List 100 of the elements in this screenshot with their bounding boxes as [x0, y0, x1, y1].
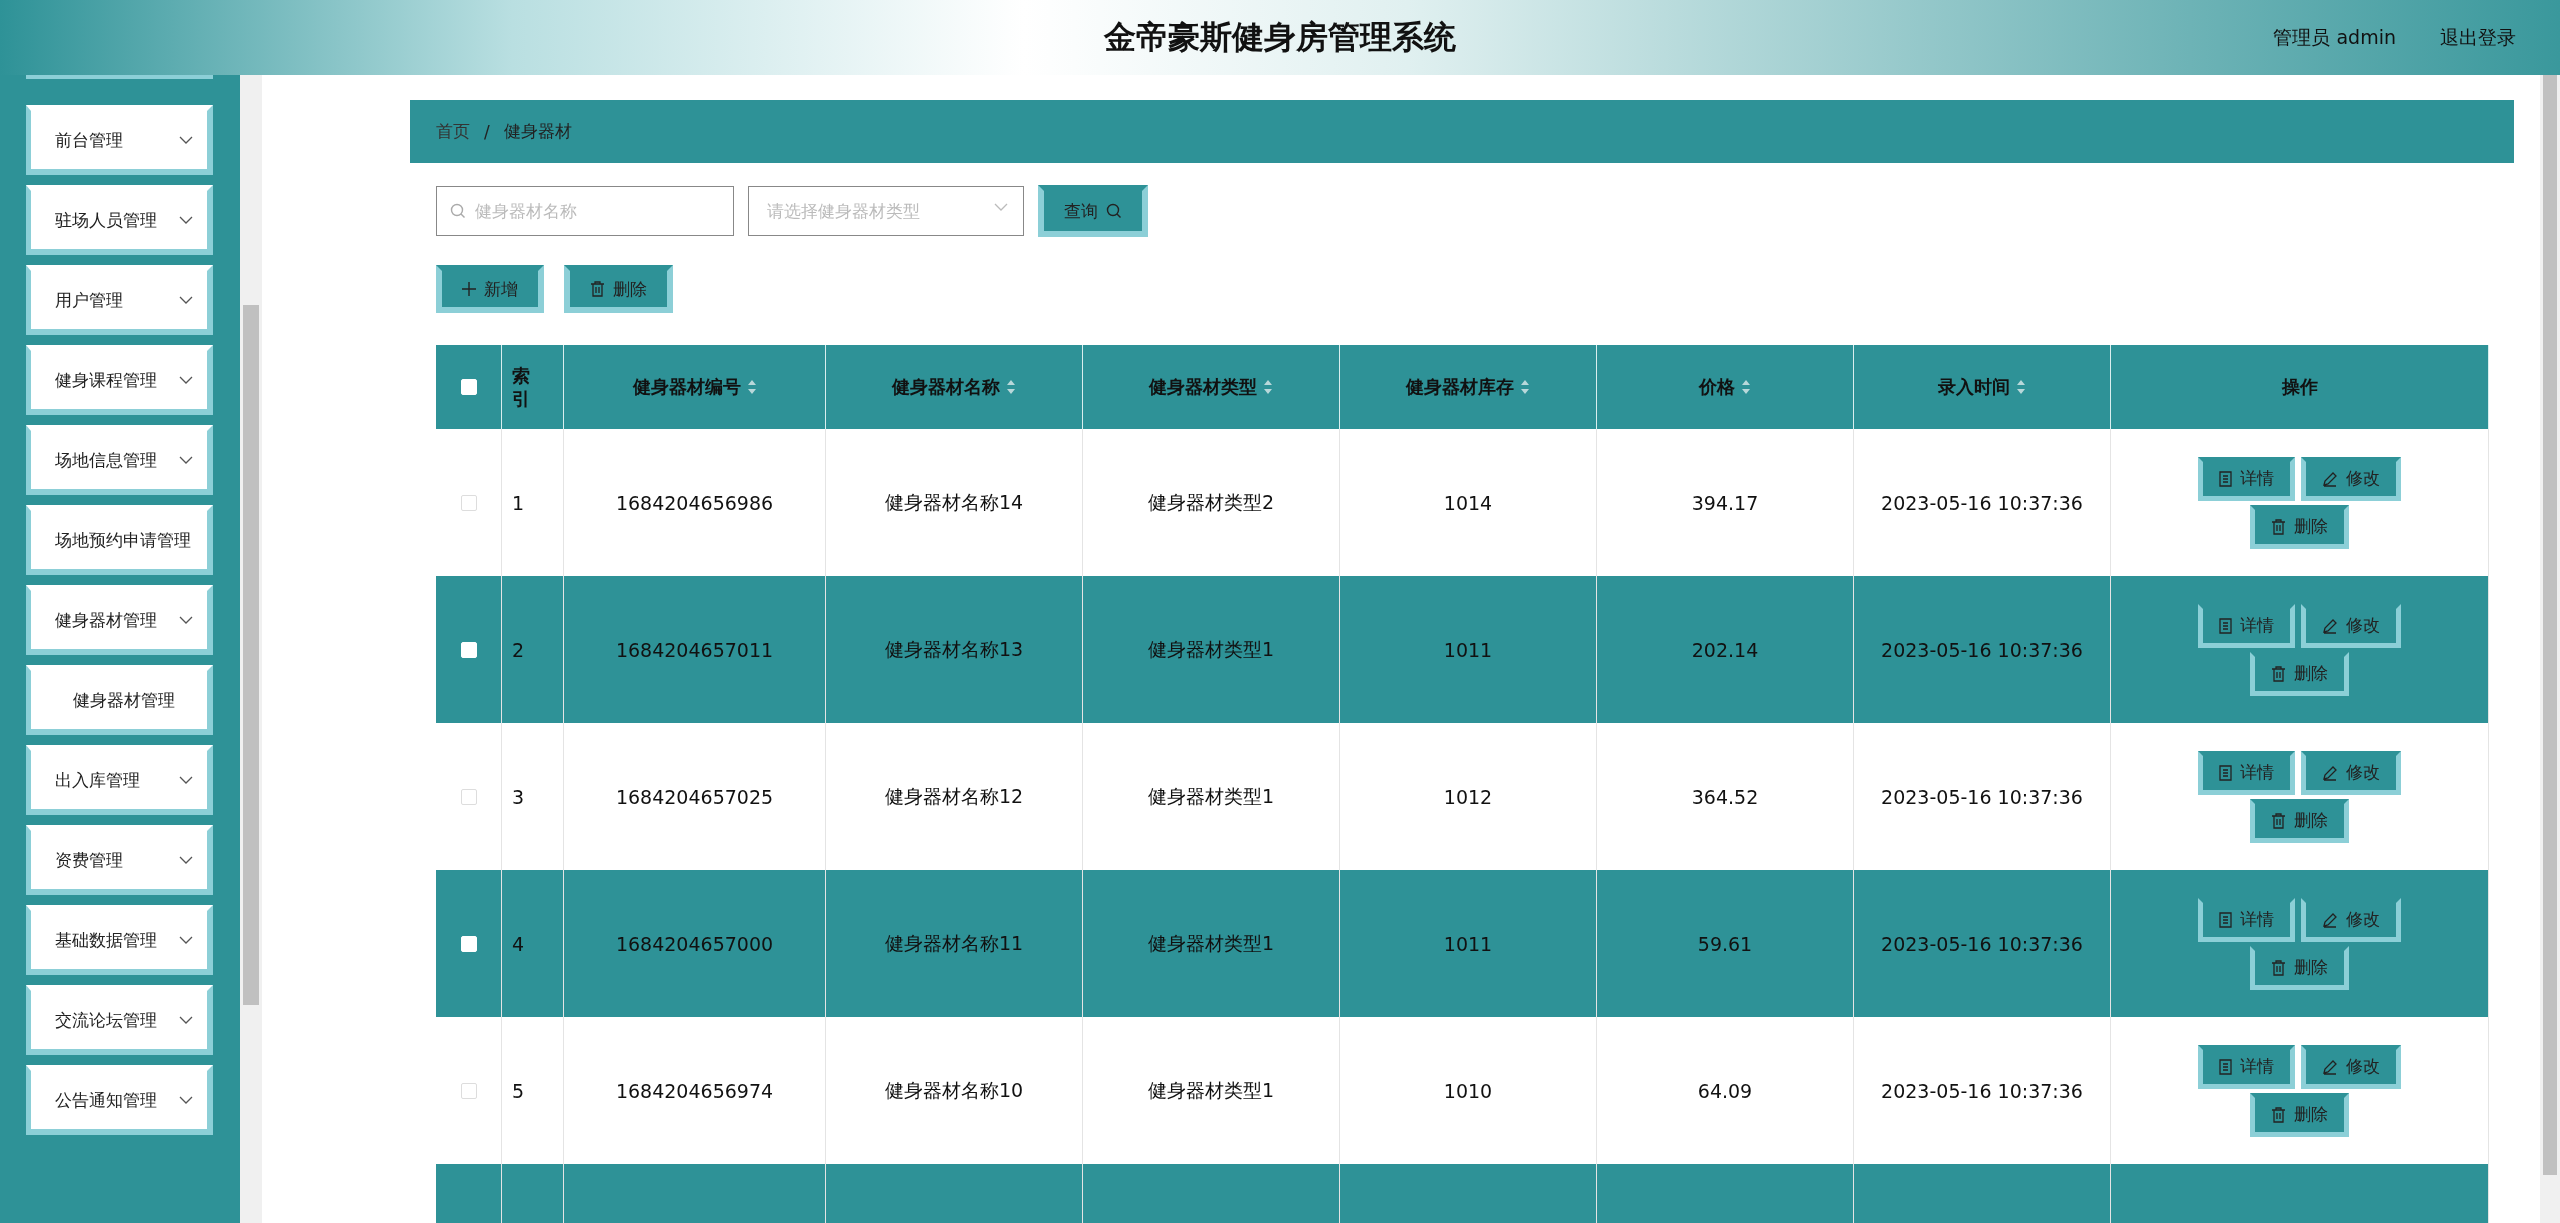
delete-button[interactable]: 删除: [564, 265, 673, 313]
sort-icon[interactable]: [1520, 379, 1530, 395]
column-header: 健身器材库存: [1406, 375, 1514, 399]
delete-button[interactable]: 删除: [2250, 651, 2349, 696]
chevron-icon: [179, 295, 193, 305]
sort-icon[interactable]: [1263, 379, 1273, 395]
table-cell: 394.17: [1691, 491, 1759, 514]
detail-button[interactable]: 详情: [2198, 1044, 2295, 1089]
table-cell: 364.52: [1691, 785, 1759, 808]
table-cell-text: 健身器材名称10: [884, 1077, 1024, 1103]
delete-button[interactable]: 删除: [2250, 945, 2349, 990]
delete-button[interactable]: 删除: [2250, 1092, 2349, 1137]
chevron-icon: [179, 375, 193, 385]
menu-item[interactable]: 基础数据管理: [26, 905, 213, 975]
menu-item[interactable]: 场地信息管理: [26, 425, 213, 495]
table-cell-text: 健身器材名称13: [884, 636, 1024, 662]
detail-button[interactable]: 详情: [2198, 603, 2295, 648]
table-cell: 59.61: [1697, 932, 1753, 955]
chevron-icon: [994, 203, 1008, 212]
logout-link[interactable]: 退出登录: [2440, 24, 2516, 51]
edit-button[interactable]: 修改: [2301, 1044, 2401, 1089]
document-icon: [2219, 911, 2232, 928]
trash-icon: [2271, 1106, 2286, 1123]
table-cell: 1011: [1443, 638, 1493, 661]
table-cell: 3: [512, 785, 525, 808]
chevron-icon: [179, 1015, 193, 1025]
column-header: 健身器材编号: [632, 375, 741, 399]
table-cell: 1: [512, 491, 525, 514]
edit-button[interactable]: 修改: [2301, 897, 2401, 942]
sort-icon[interactable]: [2016, 379, 2026, 395]
row-checkbox[interactable]: [460, 1082, 477, 1099]
pencil-icon: [2322, 470, 2338, 487]
menu-item[interactable]: 公告通知管理: [26, 1065, 213, 1135]
table-cell: 5: [512, 1079, 525, 1102]
trash-icon: [2271, 665, 2286, 682]
menu-item[interactable]: 驻场人员管理: [26, 185, 213, 255]
sort-icon[interactable]: [1741, 379, 1751, 395]
table-cell: 1010: [1443, 1079, 1493, 1102]
breadcrumb-text: 健身器材: [503, 120, 572, 143]
trash-icon: [590, 281, 605, 297]
column-header: 录入时间: [1938, 375, 2010, 399]
pencil-icon: [2322, 911, 2338, 928]
table-cell-text: 健身器材类型1: [1147, 1077, 1275, 1103]
document-icon: [2219, 764, 2232, 781]
table-cell-text: 健身器材名称14: [884, 489, 1024, 515]
table-cell: 1014: [1443, 491, 1493, 514]
table-cell: 2: [512, 638, 525, 661]
sort-icon[interactable]: [1006, 379, 1016, 395]
detail-button[interactable]: 详情: [2198, 456, 2295, 501]
scrollbar[interactable]: [240, 75, 262, 1223]
edit-button[interactable]: 修改: [2301, 456, 2401, 501]
trash-icon: [2271, 518, 2286, 535]
menu-item[interactable]: 健身课程管理: [26, 345, 213, 415]
edit-button[interactable]: 修改: [2301, 750, 2401, 795]
table-cell: 2023-05-16 10:37:36: [1881, 785, 2083, 808]
document-icon: [2219, 617, 2232, 634]
menu-item[interactable]: 交流论坛管理: [26, 985, 213, 1055]
table-cell: 2023-05-16 10:37:36: [1881, 1079, 2083, 1102]
detail-button[interactable]: 详情: [2198, 750, 2295, 795]
trash-icon: [2271, 959, 2286, 976]
sort-icon[interactable]: [746, 379, 757, 395]
menu-item[interactable]: 场地预约申请管理: [26, 505, 213, 575]
table-cell: 1684204656974: [615, 1079, 774, 1102]
menu-item[interactable]: 健身器材管理: [26, 585, 213, 655]
chevron-icon: [179, 775, 193, 785]
menu-item[interactable]: 前台管理: [26, 105, 213, 175]
type-select[interactable]: 请选择健身器材类型: [748, 186, 1024, 236]
menu-item[interactable]: 资费管理: [26, 825, 213, 895]
delete-button[interactable]: 删除: [2250, 504, 2349, 549]
detail-button[interactable]: 详情: [2198, 897, 2295, 942]
submenu-item[interactable]: 健身器材管理: [26, 665, 213, 735]
chevron-icon: [179, 615, 193, 625]
table-cell-text: 健身器材名称12: [884, 783, 1024, 809]
menu-item[interactable]: 用户管理: [26, 265, 213, 335]
table-cell-text: 健身器材类型1: [1147, 636, 1275, 662]
scrollbar[interactable]: [2540, 75, 2560, 1223]
table-cell-text: 健身器材类型1: [1147, 783, 1275, 809]
query-button[interactable]: 查询: [1038, 185, 1148, 237]
pencil-icon: [2322, 764, 2338, 781]
select-all-checkbox[interactable]: [460, 379, 477, 395]
breadcrumb-link[interactable]: 首页: [436, 120, 470, 143]
add-button[interactable]: 新增: [436, 265, 544, 313]
row-checkbox[interactable]: [460, 494, 477, 511]
delete-button[interactable]: 删除: [2250, 798, 2349, 843]
edit-button[interactable]: 修改: [2301, 603, 2401, 648]
table-cell-text: 健身器材类型2: [1147, 489, 1275, 515]
column-header: 价格: [1699, 375, 1735, 399]
table-cell: 1684204657025: [615, 785, 774, 808]
app-title: 金帝豪斯健身房管理系统: [1104, 16, 1456, 58]
pencil-icon: [2322, 617, 2338, 634]
document-icon: [2219, 1058, 2232, 1075]
plus-icon: [462, 282, 476, 296]
chevron-icon: [179, 855, 193, 865]
row-checkbox[interactable]: [460, 788, 477, 805]
search-icon: [450, 203, 466, 219]
search-field[interactable]: 健身器材名称: [436, 186, 734, 236]
breadcrumb-text: /: [484, 121, 490, 142]
search-icon: [1106, 203, 1122, 219]
menu-item[interactable]: 出入库管理: [26, 745, 213, 815]
table-cell: 1684204657011: [615, 638, 774, 661]
